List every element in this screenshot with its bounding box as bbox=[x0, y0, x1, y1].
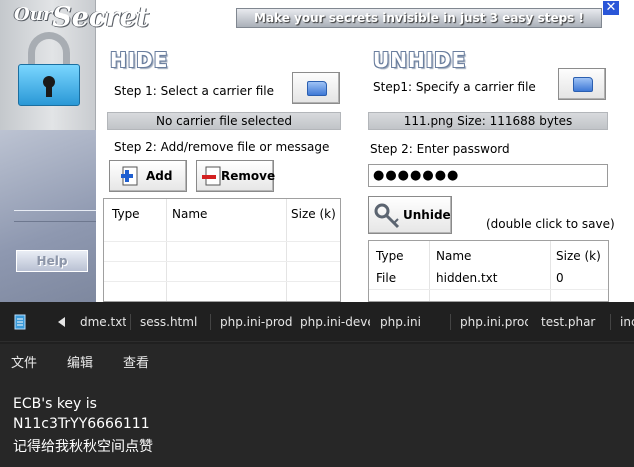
app-logo: OurSecret bbox=[14, 2, 150, 33]
add-button[interactable]: Add bbox=[109, 160, 187, 192]
tab-sess[interactable]: sess.html bbox=[140, 314, 200, 330]
keys-icon bbox=[374, 203, 400, 229]
column-name: Name bbox=[436, 249, 472, 263]
sidebar-stripe bbox=[14, 210, 96, 222]
text-line-3: 记得给我秋秋空间点赞 bbox=[13, 439, 153, 455]
row-size: 0 bbox=[556, 271, 564, 285]
tab-bar: dme.txt sess.html php.ini-prod php.ini-d… bbox=[0, 302, 634, 342]
hide-title: HIDE bbox=[110, 48, 169, 72]
hide-step2-label: Step 2: Add/remove file or message bbox=[114, 140, 330, 154]
banner-title: Make your secrets invisible in just 3 ea… bbox=[236, 8, 602, 28]
add-file-icon bbox=[121, 166, 138, 186]
unhide-button[interactable]: Unhide bbox=[368, 196, 452, 234]
hide-browse-carrier-button[interactable] bbox=[292, 72, 340, 104]
oursecret-window: OurSecret Help Make your secrets invisib… bbox=[0, 0, 634, 302]
menu-edit[interactable]: 编辑 bbox=[67, 352, 93, 371]
remove-button[interactable]: Remove bbox=[196, 160, 275, 192]
row-name: hidden.txt bbox=[436, 271, 498, 285]
row-type: File bbox=[376, 271, 397, 285]
unhide-step1-label: Step1: Specify a carrier file bbox=[373, 80, 536, 94]
tab-inc[interactable]: inc bbox=[620, 314, 634, 330]
unhide-carrier-info: 111.png Size: 111688 bytes bbox=[368, 112, 608, 130]
column-type: Type bbox=[376, 249, 404, 263]
tab-php-ini-prod[interactable]: php.ini-prod bbox=[220, 314, 292, 330]
hide-file-list[interactable]: Type Name Size (k) bbox=[103, 198, 341, 302]
menu-view[interactable]: 查看 bbox=[123, 352, 149, 371]
column-name: Name bbox=[172, 207, 208, 221]
folder-icon bbox=[573, 77, 593, 92]
tab-php-ini-deve[interactable]: php.ini-deve bbox=[300, 314, 370, 330]
column-size: Size (k) bbox=[556, 249, 601, 263]
tab-dme[interactable]: dme.txt bbox=[80, 314, 126, 330]
unhide-hint: (double click to save) bbox=[486, 217, 615, 231]
text-line-1: ECB's key is bbox=[13, 396, 97, 412]
close-icon[interactable]: ✕ bbox=[602, 0, 620, 16]
notepad-file-icon bbox=[14, 314, 26, 330]
password-field[interactable]: ●●●●●●● bbox=[368, 164, 608, 187]
text-editor[interactable]: ECB's key is N11c3TrYY6666111 记得给我秋秋空间点赞 bbox=[0, 378, 634, 467]
hide-carrier-status: No carrier file selected bbox=[107, 112, 341, 130]
notepad-window: dme.txt sess.html php.ini-prod php.ini-d… bbox=[0, 302, 634, 467]
text-line-2: N11c3TrYY6666111 bbox=[13, 416, 150, 432]
tab-php-ini[interactable]: php.ini bbox=[380, 314, 430, 330]
unhide-file-list[interactable]: Type Name Size (k) File hidden.txt 0 bbox=[368, 240, 609, 302]
tab-php-ini-prod-2[interactable]: php.ini.prod bbox=[460, 314, 528, 330]
menu-bar: 文件 编辑 查看 bbox=[0, 344, 634, 378]
column-type: Type bbox=[112, 207, 140, 221]
keyhole-slot bbox=[46, 85, 52, 97]
remove-file-icon bbox=[202, 166, 221, 186]
folder-icon bbox=[307, 81, 327, 96]
help-button[interactable]: Help bbox=[16, 250, 88, 272]
unhide-title: UNHIDE bbox=[373, 48, 467, 72]
scroll-left-icon[interactable] bbox=[58, 317, 66, 327]
hide-step1-label: Step 1: Select a carrier file bbox=[114, 84, 274, 98]
menu-file[interactable]: 文件 bbox=[11, 352, 37, 371]
tab-test-phar[interactable]: test.phar bbox=[541, 314, 603, 330]
unhide-step2-label: Step 2: Enter password bbox=[370, 142, 510, 156]
unhide-browse-carrier-button[interactable] bbox=[558, 68, 606, 100]
column-size: Size (k) bbox=[291, 207, 336, 221]
